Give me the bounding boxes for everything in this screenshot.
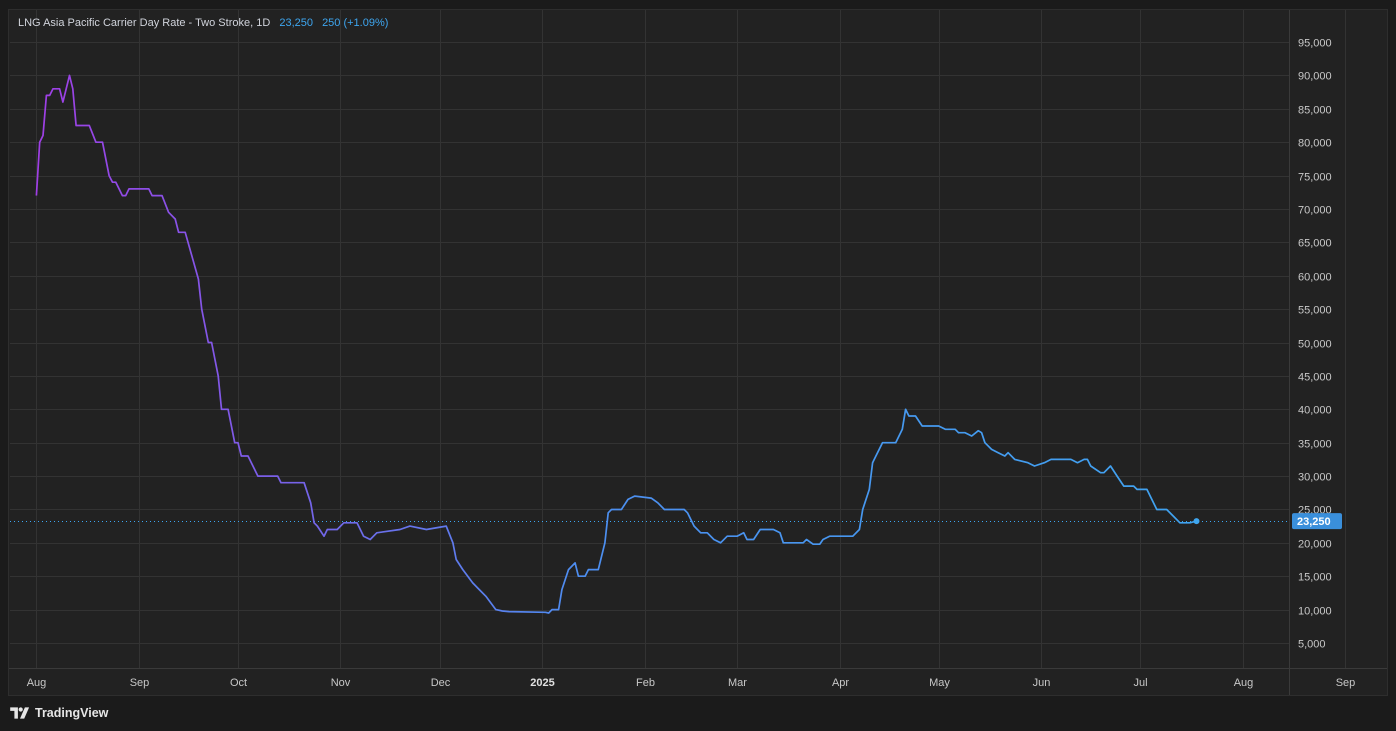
price-change: 250 (+1.09%)	[322, 17, 389, 29]
x-tick-label: May	[929, 677, 950, 689]
series-line	[35, 74, 1197, 614]
last-price-marker	[1193, 518, 1200, 525]
x-tick-label: Nov	[331, 677, 351, 689]
last-value: 23,250	[279, 17, 313, 29]
y-tick-label: 80,000	[1298, 138, 1332, 150]
chart-legend[interactable]: LNG Asia Pacific Carrier Day Rate - Two …	[18, 17, 388, 29]
tradingview-branding[interactable]: TradingView	[10, 703, 108, 723]
x-tick-label: Oct	[230, 677, 247, 689]
y-tick-label: 75,000	[1298, 172, 1332, 184]
price-axis[interactable]: 5,00010,00015,00020,00025,00030,00035,00…	[1298, 38, 1332, 651]
price-chart[interactable]: 5,00010,00015,00020,00025,00030,00035,00…	[0, 0, 1396, 731]
last-price-tag-text: 23,250	[1297, 516, 1331, 528]
y-tick-label: 60,000	[1298, 272, 1332, 284]
y-tick-label: 35,000	[1298, 439, 1332, 451]
y-tick-label: 50,000	[1298, 339, 1332, 351]
symbol-title: LNG Asia Pacific Carrier Day Rate - Two …	[18, 17, 271, 29]
y-tick-label: 40,000	[1298, 405, 1332, 417]
brand-name: TradingView	[35, 706, 109, 720]
y-tick-label: 20,000	[1298, 539, 1332, 551]
y-tick-label: 90,000	[1298, 71, 1332, 83]
y-tick-label: 95,000	[1298, 38, 1332, 50]
x-tick-label: Sep	[1336, 677, 1356, 689]
y-tick-label: 15,000	[1298, 572, 1332, 584]
y-tick-label: 85,000	[1298, 105, 1332, 117]
x-tick-label: Feb	[636, 677, 655, 689]
x-tick-label: Apr	[832, 677, 849, 689]
x-tick-label: Aug	[27, 677, 47, 689]
time-axis[interactable]: Aug Sep Oct Nov Dec 2025 Feb Mar Apr May Jun Jul Aug…	[27, 677, 1396, 689]
x-tick-label: Mar	[728, 677, 747, 689]
x-tick-label: Jul	[1133, 677, 1147, 689]
x-tick-label: Dec	[431, 677, 451, 689]
y-tick-label: 65,000	[1298, 238, 1332, 250]
grid	[10, 10, 1346, 668]
x-tick-label: Jun	[1033, 677, 1051, 689]
x-tick-label: Aug	[1234, 677, 1254, 689]
y-tick-label: 70,000	[1298, 205, 1332, 217]
tradingview-logo-icon	[10, 707, 30, 719]
last-price-tag: 23,250	[1292, 513, 1342, 530]
y-tick-label: 55,000	[1298, 305, 1332, 317]
y-tick-label: 45,000	[1298, 372, 1332, 384]
y-tick-label: 10,000	[1298, 606, 1332, 618]
y-tick-label: 5,000	[1298, 639, 1326, 651]
y-tick-label: 30,000	[1298, 472, 1332, 484]
x-tick-label: Sep	[130, 677, 150, 689]
x-tick-label: 2025	[530, 677, 554, 689]
